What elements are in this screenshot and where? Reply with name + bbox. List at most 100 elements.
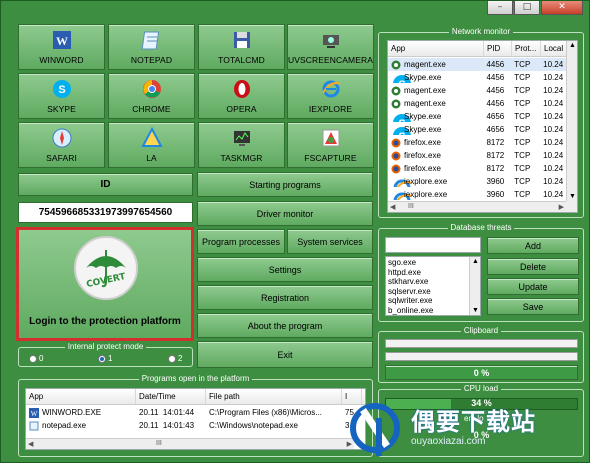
- network-app-cell: firefox.exe: [388, 151, 483, 161]
- threat-list[interactable]: sgo.exe httpd.exe stkharv.exe sqlservr.exe s…: [385, 256, 481, 316]
- protect-mode-title: Internal protect mode: [64, 342, 147, 351]
- program-processes-button[interactable]: Program processes: [197, 229, 285, 254]
- threat-delete-button[interactable]: Delete: [487, 258, 579, 275]
- settings-button[interactable]: Settings: [197, 257, 373, 282]
- programs-open-header: App Date/Time File path I: [26, 389, 365, 405]
- col-app[interactable]: App: [26, 389, 136, 404]
- threat-item[interactable]: sqlservr.exe: [386, 287, 469, 297]
- system-services-button[interactable]: System services: [287, 229, 373, 254]
- program-row[interactable]: W WINWORD.EXE 20.11 14:01:44 C:\Program Fil…: [26, 406, 365, 419]
- window-controls: – □ ✕: [487, 1, 583, 15]
- network-vscroll[interactable]: ▲ ▼: [566, 41, 577, 201]
- network-row[interactable]: firefox.exe 8172 TCP 10.24: [388, 162, 566, 175]
- threat-item[interactable]: sqlwriter.exe: [386, 296, 469, 306]
- scroll-left-icon[interactable]: ◀: [390, 203, 395, 211]
- threat-add-button[interactable]: Add: [487, 237, 579, 254]
- scroll-up-icon[interactable]: ▲: [472, 258, 479, 265]
- network-app-cell: SSkype.exe: [388, 125, 483, 135]
- scroll-thumb[interactable]: III: [156, 440, 162, 447]
- network-row[interactable]: SSkype.exe4656 TCP 10.24: [388, 123, 566, 136]
- svg-text:W: W: [31, 410, 38, 418]
- network-table[interactable]: App PID Prot... Local magent.exe 4456 TCP 1…: [387, 40, 578, 213]
- threat-item[interactable]: sgo.exe: [386, 258, 469, 268]
- close-button[interactable]: ✕: [541, 1, 583, 15]
- program-path-cell: C:\Program Files (x86)\Micros...: [209, 408, 322, 417]
- scroll-right-icon[interactable]: ▶: [559, 203, 564, 211]
- network-app-cell: iexplore.exe: [388, 190, 483, 200]
- threat-vscroll[interactable]: ▲ ▼: [469, 257, 480, 315]
- col-app[interactable]: App: [388, 41, 484, 56]
- col-protocol[interactable]: Prot...: [512, 41, 541, 56]
- network-row[interactable]: iexplore.exe 3960 TCP 10.24: [388, 175, 566, 188]
- network-row[interactable]: magent.exe 4456 TCP 10.24: [388, 84, 566, 97]
- network-row[interactable]: SSkype.exe4656 TCP 10.24: [388, 110, 566, 123]
- magent-icon: [391, 99, 401, 109]
- network-app-cell: firefox.exe: [388, 164, 483, 174]
- network-local-cell: 10.24: [543, 177, 564, 186]
- col-filepath[interactable]: File path: [206, 389, 342, 404]
- protect-mode-radio-1[interactable]: 1: [98, 354, 112, 363]
- threat-item[interactable]: stkharv.exe: [386, 277, 469, 287]
- exit-button[interactable]: Exit: [197, 341, 373, 368]
- network-hscroll[interactable]: ◀ III ▶: [388, 201, 566, 212]
- app-button-skype[interactable]: S SKYPE: [18, 73, 105, 119]
- scroll-up-icon[interactable]: ▲: [569, 42, 576, 49]
- id-title: ID: [18, 173, 193, 196]
- program-row[interactable]: notepad.exe 20.11 14:01:43 C:\Windows\note…: [26, 419, 365, 432]
- app-button-la[interactable]: LA: [108, 122, 195, 168]
- protect-mode-radio-0[interactable]: 0: [29, 354, 43, 363]
- network-local-cell: 10.24: [543, 73, 564, 82]
- app-button-winword[interactable]: W WINWORD: [18, 24, 105, 70]
- network-pid-cell: 8172: [486, 151, 505, 160]
- network-row[interactable]: firefox.exe 8172 TCP 10.24: [388, 136, 566, 149]
- app-button-safari[interactable]: SAFARI: [18, 122, 105, 168]
- app-button-taskmgr[interactable]: TASKMGR: [198, 122, 285, 168]
- network-local-cell: 10.24: [543, 125, 564, 134]
- col-datetime[interactable]: Date/Time: [136, 389, 206, 404]
- scroll-thumb[interactable]: III: [408, 203, 414, 210]
- maximize-button[interactable]: □: [514, 1, 540, 15]
- app-button-fscapture[interactable]: FSCAPTURE: [287, 122, 374, 168]
- app-button-chrome[interactable]: CHROME: [108, 73, 195, 119]
- network-row[interactable]: magent.exe 4456 TCP 10.24: [388, 58, 566, 71]
- network-protocol-cell: TCP: [514, 99, 531, 108]
- about-button[interactable]: About the program: [197, 313, 373, 338]
- col-pid[interactable]: PID: [484, 41, 512, 56]
- app-button-iexplore[interactable]: IEXPLORE: [287, 73, 374, 119]
- network-row[interactable]: firefox.exe 8172 TCP 10.24: [388, 149, 566, 162]
- app-button-totalcmd[interactable]: TOTALCMD: [198, 24, 285, 70]
- threat-save-button[interactable]: Save: [487, 298, 579, 315]
- app-button-notepad[interactable]: NOTEPAD: [108, 24, 195, 70]
- starting-programs-button[interactable]: Starting programs: [197, 172, 373, 197]
- programs-open-rows: W WINWORD.EXE 20.11 14:01:44 C:\Program Fil…: [26, 406, 365, 432]
- app-label: NOTEPAD: [130, 55, 173, 65]
- scroll-down-icon[interactable]: ▼: [569, 193, 576, 200]
- programs-open-hscroll[interactable]: ◀ III ▶: [26, 438, 354, 449]
- network-app-cell: iexplore.exe: [388, 177, 483, 187]
- program-app-cell: W WINWORD.EXE: [29, 407, 102, 418]
- network-row[interactable]: magent.exe 4456 TCP 10.24: [388, 97, 566, 110]
- threat-item[interactable]: httpd.exe: [386, 268, 469, 278]
- minimize-button[interactable]: –: [487, 1, 513, 15]
- login-button[interactable]: COVERT Login to the protection platform: [16, 227, 194, 341]
- protect-mode-radio-2[interactable]: 2: [168, 354, 182, 363]
- col-local[interactable]: Local: [541, 41, 567, 56]
- skype-icon: S: [50, 77, 74, 101]
- threat-item[interactable]: b_online.exe: [386, 306, 469, 316]
- threat-input[interactable]: [385, 237, 481, 253]
- driver-monitor-button[interactable]: Driver monitor: [197, 201, 373, 226]
- scroll-left-icon[interactable]: ◀: [28, 440, 33, 448]
- protect-mode-panel: Internal protect mode 0 1 2: [18, 342, 193, 367]
- threat-update-button[interactable]: Update: [487, 278, 579, 295]
- app-button-opera[interactable]: OPERA: [198, 73, 285, 119]
- network-pid-cell: 4456: [486, 73, 505, 82]
- scroll-down-icon[interactable]: ▼: [472, 307, 479, 314]
- clipboard-panel: Clipboard 0 %: [378, 326, 584, 383]
- registration-button[interactable]: Registration: [197, 285, 373, 310]
- network-protocol-cell: TCP: [514, 151, 531, 160]
- network-row[interactable]: SSkype.exe4456 TCP 10.24: [388, 71, 566, 84]
- firefox-icon: [391, 164, 401, 174]
- network-row[interactable]: iexplore.exe 3960 TCP 10.24: [388, 188, 566, 201]
- app-button-uvscreencamera[interactable]: UVSCREENCAMERA: [287, 24, 374, 70]
- programs-open-table[interactable]: App Date/Time File path I W WINWORD.EXE 20…: [25, 388, 366, 450]
